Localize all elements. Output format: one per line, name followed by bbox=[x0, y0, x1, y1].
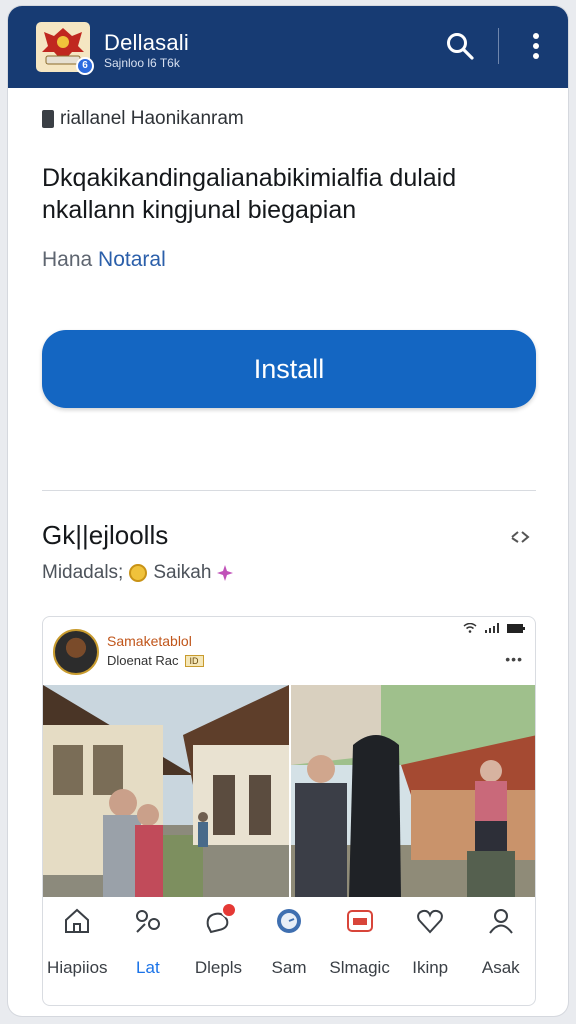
signal-icon bbox=[485, 623, 499, 633]
publisher-prefix: Hana bbox=[42, 248, 93, 271]
tv-icon bbox=[343, 904, 377, 938]
search-icon bbox=[447, 33, 474, 60]
nav-item-5[interactable]: Ikinp bbox=[395, 894, 466, 1004]
search-button[interactable] bbox=[440, 26, 480, 66]
nav-item-4[interactable]: Slmagic bbox=[324, 894, 395, 1004]
app-logo[interactable]: 6 bbox=[36, 22, 94, 75]
nav-label-5: Ikinp bbox=[412, 958, 449, 977]
more-vertical-icon bbox=[533, 33, 539, 59]
bottom-nav: Hiapiios Lat Dlepls Sam Slmagic Ikinp As… bbox=[42, 894, 536, 1004]
publisher-name[interactable]: Notaral bbox=[98, 248, 166, 271]
nav-item-2[interactable]: Dlepls bbox=[183, 894, 254, 1004]
person-icon bbox=[484, 904, 518, 938]
book-icon bbox=[42, 110, 54, 128]
logo-badge: 6 bbox=[76, 57, 94, 75]
section-divider bbox=[42, 490, 536, 491]
app-title: Dellasali bbox=[104, 30, 189, 55]
section-meta-right: Saikah bbox=[153, 562, 212, 583]
section-title: Gk||ejloolls bbox=[42, 520, 169, 550]
overflow-menu-button[interactable] bbox=[516, 26, 556, 66]
wifi-icon bbox=[463, 623, 477, 633]
coin-icon bbox=[129, 564, 148, 582]
nav-item-1[interactable]: Lat bbox=[113, 894, 184, 1004]
battery-icon bbox=[507, 623, 525, 633]
home-icon bbox=[60, 904, 94, 938]
chevron-right-icon bbox=[511, 531, 530, 543]
more-horizontal-icon[interactable]: ••• bbox=[505, 651, 523, 667]
preview-tag: ID bbox=[184, 654, 204, 667]
clock-icon bbox=[272, 904, 306, 938]
install-button[interactable]: Install bbox=[42, 330, 536, 408]
app-bar: 6 Dellasali Sajnloo l6 T6k bbox=[8, 6, 568, 88]
preview-sub: Dloenat Rac ID bbox=[107, 653, 204, 668]
preview-status-bar bbox=[463, 623, 525, 633]
nav-label-3: Sam bbox=[271, 958, 307, 977]
section-meta-left: Midadals; bbox=[42, 562, 124, 583]
bubble-icon bbox=[201, 902, 238, 938]
preview-avatar bbox=[53, 629, 99, 675]
app-headline: Dkqakikandingalianabikimialfia dulaid nk… bbox=[42, 164, 457, 224]
section-meta: Midadals; Saikah bbox=[42, 562, 234, 584]
nav-label-1: Lat bbox=[136, 958, 160, 977]
app-subtitle: Sajnloo l6 T6k bbox=[104, 56, 180, 70]
notification-dot bbox=[221, 902, 238, 918]
nav-label-2: Dlepls bbox=[194, 958, 243, 977]
heart-icon bbox=[413, 904, 447, 938]
publisher-line[interactable]: Hana Notaral bbox=[42, 248, 166, 272]
category-label: riallanel Haonikanram bbox=[42, 108, 244, 130]
sparkle-icon bbox=[217, 565, 234, 581]
preview-photo-right bbox=[291, 685, 535, 897]
nav-label-4: Slmagic bbox=[329, 958, 390, 977]
grid-icon bbox=[131, 904, 165, 938]
nav-item-0[interactable]: Hiapiios bbox=[42, 894, 113, 1004]
section-expand-button[interactable] bbox=[508, 524, 534, 550]
preview-name: Samaketablol bbox=[107, 633, 192, 649]
app-frame: 6 Dellasali Sajnloo l6 T6k riallanel Hao… bbox=[8, 6, 568, 1016]
nav-item-3[interactable]: Sam bbox=[254, 894, 325, 1004]
preview-sub-text: Dloenat Rac bbox=[107, 653, 179, 668]
category-text: riallanel Haonikanram bbox=[60, 108, 244, 129]
nav-item-6[interactable]: Asak bbox=[465, 894, 536, 1004]
village-photo-left bbox=[43, 685, 289, 897]
nav-label-6: Asak bbox=[481, 958, 520, 977]
header-divider bbox=[498, 28, 499, 64]
nav-label-0: Hiapiios bbox=[47, 958, 108, 977]
village-photo-right bbox=[291, 685, 535, 897]
preview-photo-left bbox=[43, 685, 289, 897]
